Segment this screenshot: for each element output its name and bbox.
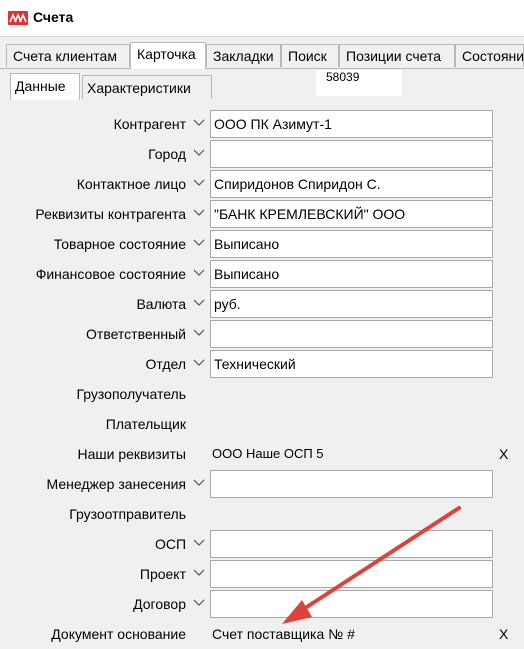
goods-state-field[interactable]: Выписано: [210, 230, 493, 258]
field-label: Финансовое состояние: [35, 266, 186, 282]
field-label: Город: [148, 146, 186, 162]
osp-field[interactable]: [210, 530, 493, 558]
chevron-down-icon[interactable]: [188, 533, 210, 559]
field-label: Грузоотправитель: [69, 506, 186, 522]
chevron-down-icon[interactable]: [188, 113, 210, 139]
responsible-field[interactable]: [210, 320, 493, 348]
subtab-characteristics[interactable]: Характеристики: [82, 75, 212, 99]
field-label: Ответственный: [86, 326, 186, 342]
subtab-data[interactable]: Данные: [10, 73, 80, 100]
chevron-down-icon[interactable]: [188, 293, 210, 319]
chevron-down-icon[interactable]: [188, 263, 210, 289]
chevron-down-icon[interactable]: [188, 203, 210, 229]
counterparty-requisites-field[interactable]: "БАНК КРЕМЛЕВСКИЙ" ООО: [210, 200, 493, 228]
field-row-contract: Договор: [0, 589, 524, 619]
main-tabs: Счета клиентам Карточка Закладки Поиск П…: [0, 42, 524, 69]
title-bar: Счета: [0, 0, 524, 37]
field-label: Реквизиты контрагента: [35, 206, 186, 222]
chevron-down-icon[interactable]: [188, 563, 210, 589]
tab-client-invoices[interactable]: Счета клиентам: [6, 44, 130, 67]
field-row-osp: ОСП: [0, 529, 524, 559]
tab-search[interactable]: Поиск: [281, 44, 339, 67]
chevron-down-icon[interactable]: [188, 353, 210, 379]
field-label: ОСП: [154, 536, 186, 552]
field-row-entry-manager: Менеджер занесения: [0, 469, 524, 499]
field-row-city: Город: [0, 139, 524, 169]
clear-our-requisites-button[interactable]: X: [499, 439, 508, 469]
department-field[interactable]: Технический: [210, 350, 493, 378]
chevron-down-icon[interactable]: [188, 323, 210, 349]
field-row-responsible: Ответственный: [0, 319, 524, 349]
field-label: Проект: [139, 566, 186, 582]
finance-state-field[interactable]: Выписано: [210, 260, 493, 288]
field-row-project: Проект: [0, 559, 524, 589]
chevron-down-icon[interactable]: [188, 473, 210, 499]
field-label: Менеджер занесения: [46, 476, 186, 492]
entry-manager-field[interactable]: [210, 470, 493, 498]
field-label: Товарное состояние: [53, 236, 186, 252]
chevron-down-icon[interactable]: [188, 593, 210, 619]
field-row-currency: Валюта руб.: [0, 289, 524, 319]
chevron-down-icon[interactable]: [188, 143, 210, 169]
app-logo-icon: [8, 11, 28, 25]
field-label: Контрагент: [113, 116, 186, 132]
contact-person-field[interactable]: Спиридонов Спиридон С.: [210, 170, 493, 198]
field-label: Отдел: [145, 356, 187, 372]
chevron-down-icon[interactable]: [188, 233, 210, 259]
field-label: Валюта: [136, 296, 186, 312]
field-row-base-document: Документ основание Счет поставщика № # X: [0, 619, 524, 649]
city-field[interactable]: [210, 140, 493, 168]
field-row-shipper: Грузоотправитель: [0, 499, 524, 529]
field-row-contact: Контактное лицо Спиридонов Спиридон С.: [0, 169, 524, 199]
document-number: 58039: [316, 70, 402, 96]
field-label: Наши реквизиты: [77, 446, 186, 462]
chevron-down-icon[interactable]: [188, 173, 210, 199]
field-label: Договор: [133, 596, 186, 612]
field-label: Плательщик: [105, 416, 186, 432]
field-label: Контактное лицо: [76, 176, 186, 192]
field-row-requisites: Реквизиты контрагента "БАНК КРЕМЛЕВСКИЙ"…: [0, 199, 524, 229]
our-requisites-value[interactable]: ООО Наше ОСП 5: [212, 439, 324, 469]
counterparty-field[interactable]: ООО ПК Азимут-1: [210, 110, 493, 138]
field-row-department: Отдел Технический: [0, 349, 524, 379]
field-row-consignee: Грузополучатель: [0, 379, 524, 409]
tab-states[interactable]: Состояния: [455, 44, 524, 67]
clear-base-document-button[interactable]: X: [499, 619, 508, 649]
tab-bookmarks[interactable]: Закладки: [206, 44, 281, 67]
base-document-value[interactable]: Счет поставщика № #: [212, 619, 355, 649]
field-label: Документ основание: [51, 626, 186, 642]
project-field[interactable]: [210, 560, 493, 588]
field-row-payer: Плательщик: [0, 409, 524, 439]
field-row-our-requisites: Наши реквизиты ООО Наше ОСП 5 X: [0, 439, 524, 469]
tab-invoice-items[interactable]: Позиции счета: [339, 44, 455, 67]
field-label: Грузополучатель: [76, 386, 186, 402]
currency-field[interactable]: руб.: [210, 290, 493, 318]
field-row-goods-state: Товарное состояние Выписано: [0, 229, 524, 259]
contract-field[interactable]: [210, 590, 493, 618]
window-title: Счета: [33, 9, 74, 25]
tab-card[interactable]: Карточка: [130, 42, 206, 69]
field-row-finance-state: Финансовое состояние Выписано: [0, 259, 524, 289]
field-row-counterparty: Контрагент ООО ПК Азимут-1: [0, 109, 524, 139]
